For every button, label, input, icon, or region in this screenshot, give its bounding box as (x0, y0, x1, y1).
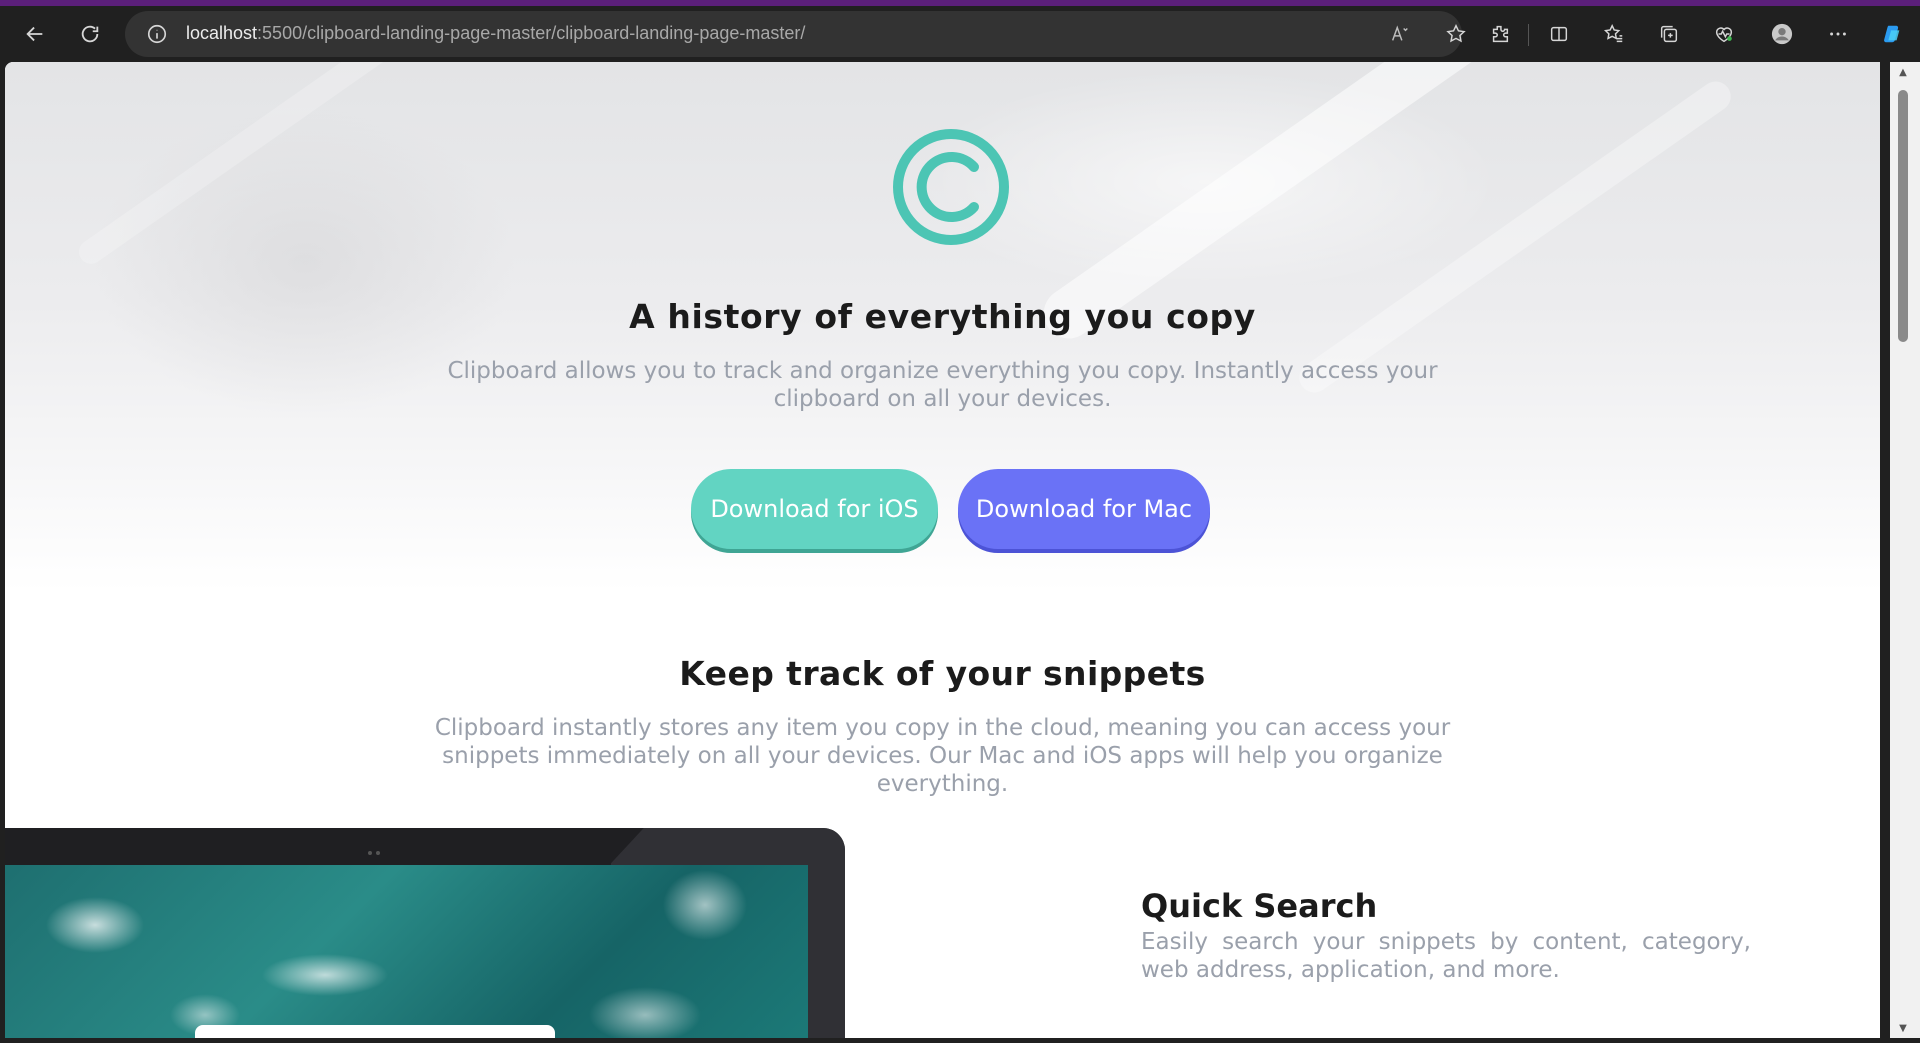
split-screen-icon[interactable] (1541, 16, 1577, 52)
snippets-description: Clipboard instantly stores any item you … (434, 715, 1451, 797)
hero-description: Clipboard allows you to track and organi… (447, 358, 1438, 412)
download-ios-button[interactable]: Download for iOS (691, 469, 938, 549)
url-host: localhost (186, 23, 258, 43)
feature-description: Easily search your snippets by content, … (1141, 929, 1751, 983)
info-icon[interactable] (145, 22, 169, 46)
collections-icon[interactable] (1651, 16, 1687, 52)
browser-essentials-icon[interactable] (1706, 16, 1742, 52)
url-path: :5500/clipboard-landing-page-master/clip… (257, 23, 806, 43)
laptop-image (5, 828, 845, 1038)
hero-title: A history of everything you copy (629, 297, 1256, 336)
back-icon[interactable] (17, 16, 53, 52)
browser-toolbar: localhost:5500/clipboard-landing-page-ma… (0, 6, 1920, 62)
favorite-star-icon[interactable] (1438, 16, 1474, 52)
bg-streak (74, 62, 416, 269)
profile-icon[interactable] (1764, 16, 1800, 52)
laptop-screen-card (195, 1025, 555, 1038)
download-mac-button[interactable]: Download for Mac (958, 469, 1210, 549)
scroll-thumb[interactable] (1898, 90, 1908, 342)
address-bar[interactable]: localhost:5500/clipboard-landing-page-ma… (125, 11, 1466, 57)
page-scrollbar[interactable]: ▲ ▼ (1890, 62, 1920, 1038)
clipboard-logo-icon (893, 129, 1009, 245)
copilot-icon[interactable] (1874, 16, 1910, 52)
scroll-down-arrow-icon[interactable]: ▼ (1896, 1024, 1910, 1034)
toolbar-divider (1528, 24, 1529, 46)
url-text[interactable]: localhost:5500/clipboard-landing-page-ma… (186, 23, 805, 44)
read-aloud-icon[interactable] (1382, 16, 1418, 52)
feature-title: Quick Search (1141, 887, 1378, 925)
scroll-up-arrow-icon[interactable]: ▲ (1896, 68, 1910, 78)
page-viewport: A history of everything you copy Clipboa… (5, 62, 1880, 1038)
more-icon[interactable] (1820, 16, 1856, 52)
snippets-title: Keep track of your snippets (679, 654, 1206, 693)
favorites-icon[interactable] (1596, 16, 1632, 52)
refresh-icon[interactable] (72, 16, 108, 52)
laptop-camera (368, 840, 384, 855)
extensions-icon[interactable] (1482, 16, 1518, 52)
laptop-screen (5, 865, 808, 1038)
